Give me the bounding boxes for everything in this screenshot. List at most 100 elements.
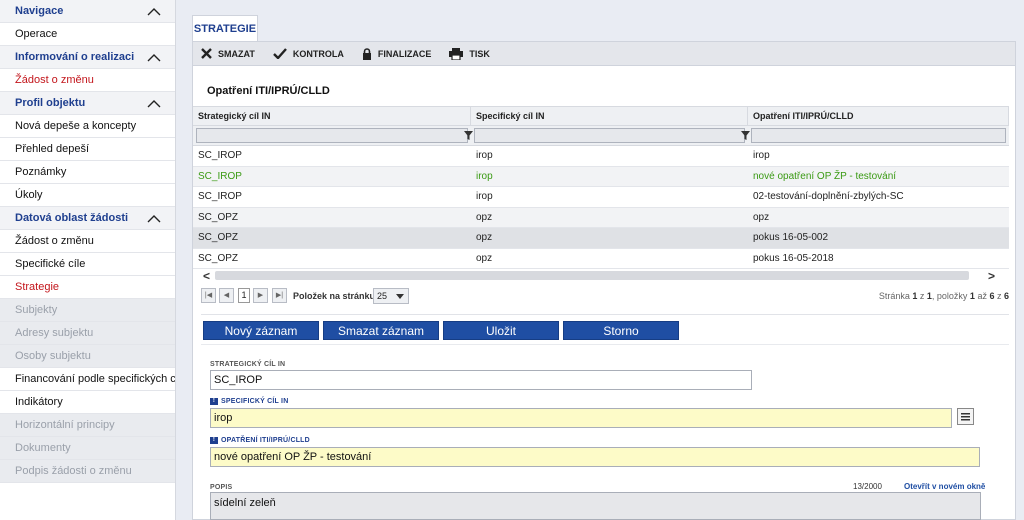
filter-cell-specific xyxy=(471,126,750,146)
sidebar-item[interactable]: Žádost o změnu xyxy=(0,69,175,92)
sidebar-section[interactable]: Profil objektu xyxy=(0,92,175,115)
table-row[interactable]: SC_OPZ opz pokus 16-05-2018 xyxy=(193,249,1009,269)
sidebar-item-label: Informování o realizaci xyxy=(15,51,135,63)
table-cell: irop xyxy=(753,150,770,161)
sidebar-item[interactable]: Subjekty xyxy=(0,299,175,322)
list-icon xyxy=(961,413,970,421)
sidebar-item[interactable]: Přehled depeší xyxy=(0,138,175,161)
next-page-button[interactable]: ▶ xyxy=(253,288,268,303)
delete-button-label: SMAZAT xyxy=(218,48,255,59)
save-button[interactable]: Uložit xyxy=(443,321,559,340)
current-page[interactable]: 1 xyxy=(238,288,250,303)
sidebar-item-label: Přehled depeší xyxy=(15,143,89,155)
sidebar-item[interactable]: Žádost o změnu xyxy=(0,230,175,253)
sidebar-section[interactable]: Informování o realizaci xyxy=(0,46,175,69)
sidebar-item[interactable]: Podpis žádosti o změnu xyxy=(0,460,175,483)
filter-row xyxy=(193,126,1009,146)
finalize-button-label: FINALIZACE xyxy=(377,48,432,59)
table-cell: 02-testování-doplnění-zbylých-SC xyxy=(753,191,904,202)
list-picker-button[interactable] xyxy=(957,408,974,425)
filter-input-specific[interactable] xyxy=(474,127,745,143)
sidebar-item[interactable]: Indikátory xyxy=(0,391,175,414)
table-row[interactable]: SC_OPZ opz pokus 16-05-002 xyxy=(193,228,1009,249)
table-cell: irop xyxy=(476,170,493,182)
grid-header: Strategický cíl IN Specifický cíl IN Opa… xyxy=(193,106,1009,126)
sidebar-item[interactable]: Nová depeše a koncepty xyxy=(0,115,175,138)
horizontal-scrollbar[interactable]: < > xyxy=(193,269,1009,283)
chevron-up-icon[interactable] xyxy=(147,54,161,62)
sidebar-item[interactable]: Úkoly xyxy=(0,184,175,207)
char-counter: 13/2000 xyxy=(853,482,882,491)
pager: |◀ ◀ 1 ▶ ▶| Položek na stránku 25 Stránk… xyxy=(201,287,1009,307)
main-panel: SMAZAT KONTROLA FINALIZACE TISK Opatření… xyxy=(192,41,1016,520)
delete-button[interactable]: SMAZAT xyxy=(201,48,255,59)
new-record-button[interactable]: Nový záznam xyxy=(203,321,319,340)
divider xyxy=(201,344,1009,345)
scrollbar-track[interactable] xyxy=(215,271,969,280)
description-field[interactable]: sídelní zeleň xyxy=(210,492,981,520)
toolbar: SMAZAT KONTROLA FINALIZACE TISK xyxy=(193,42,1015,66)
sidebar-item-label: Žádost o změnu xyxy=(15,74,94,86)
filter-input-measure[interactable] xyxy=(751,127,1006,143)
delete-record-button[interactable]: Smazat záznam xyxy=(323,321,439,340)
table-row[interactable]: SC_IROP irop nové opatření OP ŽP - testová… xyxy=(193,166,1009,187)
measure-field[interactable]: nové opatření OP ŽP - testování xyxy=(210,447,980,467)
sidebar-item[interactable]: Adresy subjektu xyxy=(0,322,175,345)
sidebar-item[interactable]: Strategie xyxy=(0,276,175,299)
sidebar-item[interactable]: Horizontální principy xyxy=(0,414,175,437)
open-new-window-link[interactable]: Otevřít v novém okně xyxy=(904,482,985,491)
table-cell: SC_IROP xyxy=(198,191,242,202)
table-cell: nové opatření OP ŽP - testování xyxy=(753,170,897,182)
sidebar-item-label: Nová depeše a koncepty xyxy=(15,120,137,132)
sidebar-item[interactable]: Osoby subjektu xyxy=(0,345,175,368)
table-cell: SC_IROP xyxy=(198,150,242,161)
table-row[interactable]: SC_IROP irop irop xyxy=(193,146,1009,167)
filter-input-strategic[interactable] xyxy=(196,127,468,143)
strategic-goal-label: STRATEGICKÝ CÍL IN xyxy=(210,361,286,368)
sidebar-item-label: Podpis žádosti o změnu xyxy=(15,465,132,477)
column-header-measure[interactable]: Opatření ITI/IPRÚ/CLLD xyxy=(748,107,1009,125)
table-cell: SC_OPZ xyxy=(198,211,239,223)
sidebar-section[interactable]: Datová oblast žádosti xyxy=(0,207,175,230)
table-cell: opz xyxy=(476,252,493,264)
column-header-strategic[interactable]: Strategický cíl IN xyxy=(193,107,471,125)
table-row[interactable]: SC_OPZ opz opz xyxy=(193,207,1009,228)
chevron-up-icon[interactable] xyxy=(147,100,161,108)
last-page-button[interactable]: ▶| xyxy=(272,288,287,303)
chevron-up-icon[interactable] xyxy=(147,215,161,223)
description-label: POPIS xyxy=(210,484,233,491)
grid-title: Opatření ITI/IPRÚ/CLLD xyxy=(207,85,330,97)
printer-icon xyxy=(449,47,464,60)
finalize-button[interactable]: FINALIZACE xyxy=(362,47,432,60)
required-icon: ! xyxy=(210,437,218,444)
sidebar-item-label: Horizontální principy xyxy=(15,419,115,431)
sidebar-item[interactable]: Dokumenty xyxy=(0,437,175,460)
sidebar-item[interactable]: Financování podle specifických cílů xyxy=(0,368,175,391)
check-button[interactable]: KONTROLA xyxy=(272,48,344,59)
scroll-right-icon[interactable]: > xyxy=(988,269,995,283)
cancel-button[interactable]: Storno xyxy=(563,321,679,340)
per-page-select[interactable]: 25 xyxy=(373,288,409,304)
table-cell: pokus 16-05-2018 xyxy=(753,252,834,264)
chevron-down-icon xyxy=(396,294,404,299)
specific-goal-field[interactable]: irop xyxy=(210,408,952,428)
sidebar-item[interactable]: Poznámky xyxy=(0,161,175,184)
sidebar-item[interactable]: Operace xyxy=(0,23,175,46)
sidebar-nav: Navigace Operace Informování o realizaci Žá… xyxy=(0,0,176,520)
close-icon xyxy=(201,48,212,59)
table-cell: pokus 16-05-002 xyxy=(753,232,829,243)
first-page-button[interactable]: |◀ xyxy=(201,288,216,303)
strategic-goal-field[interactable]: SC_IROP xyxy=(210,370,752,390)
scroll-left-icon[interactable]: < xyxy=(203,269,210,283)
sidebar-section[interactable]: Navigace xyxy=(0,0,175,23)
grid-body: SC_IROP irop irop SC_IROP irop nové opatření … xyxy=(193,146,1009,269)
sidebar-item[interactable]: Specifické cíle xyxy=(0,253,175,276)
column-header-specific[interactable]: Specifický cíl IN xyxy=(471,107,748,125)
table-cell: opz xyxy=(476,211,493,223)
prev-page-button[interactable]: ◀ xyxy=(219,288,234,303)
tab-strategie[interactable]: STRATEGIE xyxy=(192,15,258,41)
table-row[interactable]: SC_IROP irop 02-testování-doplnění-zbylých… xyxy=(193,187,1009,208)
sidebar-item-label: Navigace xyxy=(15,5,64,17)
chevron-up-icon[interactable] xyxy=(147,8,161,16)
print-button[interactable]: TISK xyxy=(449,47,490,60)
